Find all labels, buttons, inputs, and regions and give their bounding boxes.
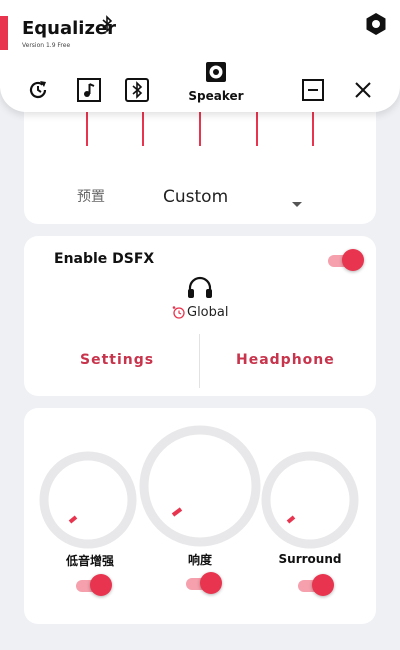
version-text: Version 1.9 Free [22,42,71,49]
surround-toggle[interactable] [296,574,334,596]
music-note-icon [77,78,101,102]
app-header: Equalizer Version 1.9 Free Speaker [0,0,400,112]
bass-boost-toggle[interactable] [74,574,112,596]
eq-band-slider[interactable] [199,112,201,146]
bluetooth-icon [125,78,149,102]
effects-card: 低音增强 响度 Surround [24,408,376,624]
close-icon [355,82,371,98]
loudness-label: 响度 [187,553,212,567]
bluetooth-status-icon [102,15,113,33]
speaker-output-button[interactable]: Speaker [186,60,246,103]
loudness-toggle[interactable] [184,572,222,594]
minimize-icon [302,79,324,101]
settings-gear-icon[interactable] [364,12,388,36]
speaker-icon [206,62,226,82]
clock-icon [172,306,185,319]
bass-boost-label: 低音增强 [65,554,114,568]
dropdown-arrow-icon[interactable] [292,202,302,207]
global-label: Global [187,305,229,320]
music-button[interactable] [75,76,103,104]
loudness-knob[interactable] [136,422,264,550]
reset-button[interactable] [24,76,52,104]
bluetooth-button[interactable] [123,76,151,104]
settings-button[interactable]: Settings [80,352,154,368]
bass-boost-knob[interactable] [36,448,140,552]
headphone-icon [188,276,212,298]
surround-knob[interactable] [258,448,362,552]
surround-label: Surround [278,552,342,566]
eq-band-slider[interactable] [86,112,88,146]
headphone-button[interactable]: Headphone [236,352,335,368]
eq-band-slider[interactable] [256,112,258,146]
output-mode[interactable]: Global [172,303,252,323]
preset-label: 预置 [77,189,105,205]
divider [199,334,200,388]
close-button[interactable] [349,76,377,104]
brand-accent-bar [0,16,8,50]
minimize-button[interactable] [299,76,327,104]
enable-dsfx-toggle[interactable] [326,249,364,271]
preset-select[interactable]: Custom [163,187,228,207]
dsfx-card: Enable DSFX Global Settings Headphone [24,236,376,396]
reset-icon [29,81,47,99]
speaker-label: Speaker [188,89,244,103]
eq-band-slider[interactable] [142,112,144,146]
eq-band-slider[interactable] [312,112,314,146]
enable-dsfx-label: Enable DSFX [54,251,155,267]
